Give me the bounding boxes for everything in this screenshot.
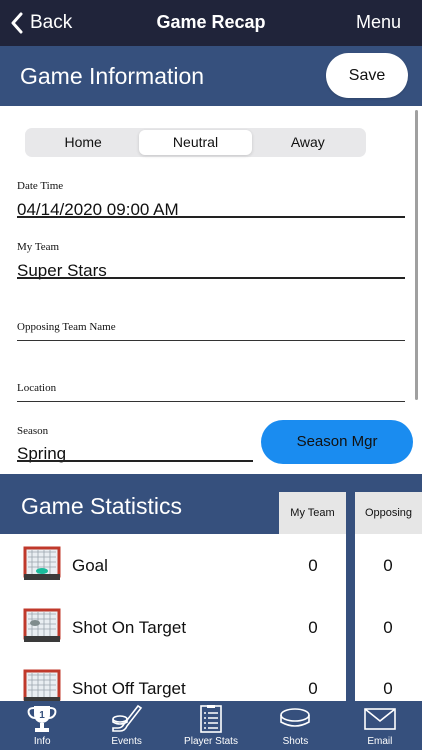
my-team-column-header: My Team — [279, 492, 346, 534]
segment-away[interactable]: Away — [252, 130, 364, 155]
date-time-underline — [17, 216, 405, 218]
column-divider — [346, 534, 355, 704]
my-team-label: My Team — [17, 241, 60, 253]
tab-player-stats-label: Player Stats — [184, 736, 238, 747]
season-label: Season — [17, 425, 49, 437]
svg-text:1: 1 — [39, 710, 45, 721]
goal-my-team-value[interactable]: 0 — [300, 556, 326, 576]
shot-on-target-my-team-value[interactable]: 0 — [300, 618, 326, 638]
opposing-column-header: Opposing — [355, 492, 422, 534]
tab-email-label: Email — [367, 736, 393, 747]
location-underline — [17, 401, 405, 402]
season-manager-button[interactable]: Season Mgr — [261, 420, 413, 464]
tab-shots-label: Shots — [282, 736, 309, 747]
menu-button[interactable]: Menu — [356, 12, 401, 33]
envelope-icon — [364, 708, 396, 730]
clipboard-icon — [200, 705, 222, 733]
shot-on-target-opposing-value[interactable]: 0 — [375, 618, 401, 638]
stat-row-goal[interactable]: Goal — [0, 546, 346, 606]
tab-info-label: Info — [33, 736, 51, 747]
tab-events[interactable]: Events — [84, 701, 168, 750]
segment-neutral[interactable]: Neutral — [139, 130, 252, 155]
goal-net-icon — [23, 546, 61, 580]
scrollbar[interactable] — [415, 110, 418, 400]
location-field[interactable] — [17, 380, 405, 400]
opposing-team-underline — [17, 340, 405, 341]
trophy-icon: 1 — [27, 706, 57, 732]
tab-player-stats[interactable]: Player Stats — [169, 701, 253, 750]
tab-events-label: Events — [111, 736, 142, 747]
season-underline — [17, 460, 253, 462]
puck-icon — [280, 708, 311, 727]
shot-off-target-opposing-value[interactable]: 0 — [375, 679, 401, 699]
stat-label-shot-on-target: Shot On Target — [72, 618, 187, 637]
tab-info[interactable]: 1 Info — [0, 701, 84, 750]
game-statistics-title: Game Statistics — [21, 493, 183, 519]
stat-label-goal: Goal — [72, 556, 108, 575]
game-information-title: Game Information — [20, 63, 205, 89]
segment-home[interactable]: Home — [27, 130, 139, 155]
save-button[interactable]: Save — [326, 53, 408, 98]
date-time-label: Date Time — [17, 180, 64, 192]
navigation-bar: Back Game Recap Menu — [0, 0, 422, 46]
shot-off-target-my-team-value[interactable]: 0 — [300, 679, 326, 699]
stat-row-shot-on-target[interactable]: Shot On Target — [0, 608, 346, 668]
opposing-team-field[interactable] — [17, 318, 405, 338]
stat-label-shot-off-target: Shot Off Target — [72, 679, 186, 698]
tab-shots[interactable]: Shots — [253, 701, 337, 750]
hockey-stick-icon — [111, 704, 142, 732]
venue-segmented-control: Home Neutral Away — [25, 128, 366, 157]
tab-bar: 1 Info Events Player Stats Shots Email — [0, 701, 422, 750]
net-miss-icon — [23, 669, 61, 703]
my-team-underline — [17, 277, 405, 279]
tab-email[interactable]: Email — [338, 701, 422, 750]
goal-opposing-value[interactable]: 0 — [375, 556, 401, 576]
net-target-icon — [23, 608, 61, 642]
